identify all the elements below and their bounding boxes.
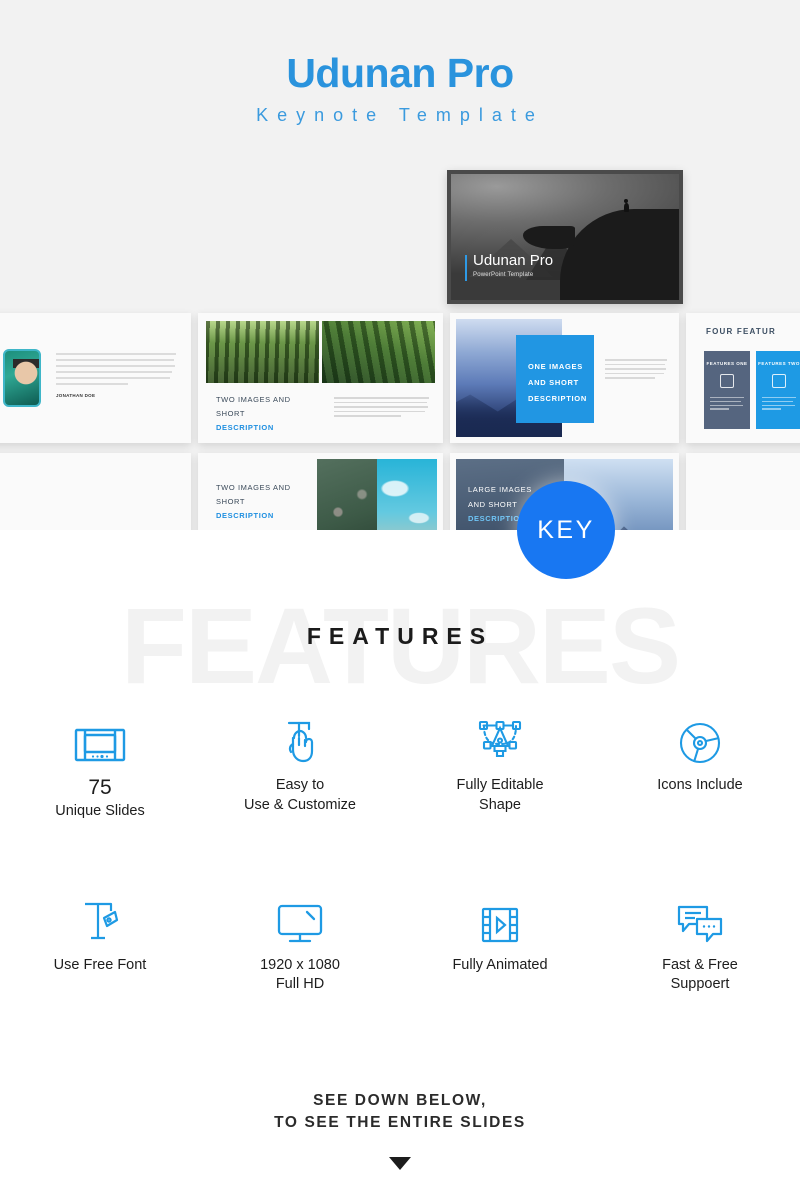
feature-label: Fast & Free Suppoert: [662, 956, 738, 993]
heading-line-3: DESCRIPTION: [216, 510, 274, 520]
slide-four-features[interactable]: FOUR FEATUR FEATURES ONE FEATURES TWO: [686, 313, 800, 443]
slide-two-images-b[interactable]: TWO IMAGES AND SHORT DESCRIPTION: [198, 453, 443, 530]
features-grid: 75 Unique Slides Easy to Use & Customize…: [0, 708, 800, 995]
feature-label: Fully Animated: [452, 956, 548, 973]
hero-caption: Udunan Pro PowerPoint Template: [465, 251, 554, 280]
heading-line-1: LARGE IMAGES: [468, 485, 532, 494]
heading-line-1: ONE IMAGES: [528, 362, 583, 371]
slide-two-images-a[interactable]: TWO IMAGES AND SHORT DESCRIPTION: [198, 313, 443, 443]
feature-card-two: FEATURES TWO: [756, 351, 800, 429]
feature-fully-animated: Fully Animated: [400, 888, 600, 995]
slide-heading: TWO IMAGES AND SHORT DESCRIPTION: [216, 481, 291, 523]
heading-line-2: SHORT: [216, 408, 246, 418]
feature-full-hd: 1920 x 1080 Full HD: [200, 888, 400, 995]
chat-bubbles-icon: [606, 888, 794, 946]
feature-card-one: FEATURES ONE: [704, 351, 750, 429]
feature-label: Use Free Font: [53, 956, 147, 973]
feature-easy-customize: Easy to Use & Customize: [200, 708, 400, 822]
blue-caption-box: ONE IMAGES AND SHORT DESCRIPTION: [516, 335, 594, 423]
pen-tool-icon: [406, 708, 594, 766]
features-row-2: Use Free Font 1920 x 1080 Full HD Fully …: [0, 888, 800, 995]
features-row-1: 75 Unique Slides Easy to Use & Customize…: [0, 708, 800, 822]
feature-unique-slides: 75 Unique Slides: [0, 708, 200, 822]
feature-free-support: Fast & Free Suppoert: [600, 888, 800, 995]
feature-icons-include: Icons Include: [600, 708, 800, 822]
promo-page: Udunan Pro Keynote Template Udunan Pro P…: [0, 0, 800, 1200]
card-photo-icon: [772, 374, 786, 388]
cta-line-1: SEE DOWN BELOW,: [313, 1092, 487, 1109]
card-grid-icon: [720, 374, 734, 388]
hero-caption-subtitle: PowerPoint Template: [473, 272, 534, 278]
film-play-icon: [406, 888, 594, 946]
hero-photo: Udunan Pro PowerPoint Template: [451, 174, 679, 300]
slide-heading: TWO IMAGES AND SHORT DESCRIPTION: [216, 393, 291, 435]
heading-line-1: TWO IMAGES AND: [216, 395, 291, 404]
feature-editable-shape: Fully Editable Shape: [400, 708, 600, 822]
blossom-image: [317, 459, 377, 530]
two-image-pair: [206, 321, 435, 383]
cliff-shape: [522, 209, 679, 300]
testimonial-avatar: [3, 349, 41, 407]
features-section: FEATURES FEATURES 75 Unique Slides Easy …: [0, 530, 800, 1090]
heading-line-1: TWO IMAGES AND: [216, 483, 291, 492]
card-body-text: [762, 397, 796, 410]
text-type-icon: [6, 888, 194, 946]
compact-disc-icon: [606, 708, 794, 766]
hand-click-icon: [206, 708, 394, 766]
heading-line-2: AND SHORT: [528, 377, 579, 387]
testimonial-body-text: JONATHAN DOE: [56, 353, 176, 398]
sky-image: [377, 459, 437, 530]
slide-heading: FOUR FEATUR: [706, 327, 776, 336]
testimonial-author: JONATHAN DOE: [56, 393, 96, 398]
features-heading: FEATURES: [306, 623, 494, 649]
feature-label: Fully Editable Shape: [456, 777, 544, 813]
hero-caption-title: Udunan Pro: [473, 251, 554, 269]
slide-testimonial[interactable]: JONATHAN DOE: [0, 313, 191, 443]
hero-band: Udunan Pro Keynote Template Udunan Pro P…: [0, 0, 800, 530]
feature-count: 75: [88, 776, 112, 799]
card-title: FEATURES ONE: [706, 361, 748, 366]
slide-placeholder-right[interactable]: [686, 453, 800, 530]
feature-label: 1920 x 1080 Full HD: [260, 956, 340, 993]
two-image-pair: [317, 459, 437, 530]
feature-label: Easy to Use & Customize: [243, 777, 356, 813]
feature-label: Unique Slides: [55, 803, 145, 820]
feature-free-font: Use Free Font: [0, 888, 200, 995]
card-body-text: [710, 397, 744, 410]
slide-placeholder-left[interactable]: [0, 453, 191, 530]
page-title: Udunan Pro: [286, 50, 514, 96]
slide-body-text: [605, 359, 667, 382]
heading-line-3: DESCRIPTION: [528, 393, 587, 403]
cta-line-2: TO SEE THE ENTIRE SLIDES: [274, 1114, 526, 1132]
hero-slide-preview[interactable]: Udunan Pro PowerPoint Template: [447, 170, 683, 304]
forest-trees-image: [322, 321, 435, 383]
presentation-screen-icon: [6, 708, 194, 766]
heading-line-3: DESCRIPTION: [216, 422, 274, 432]
heading-line-2: SHORT: [216, 496, 246, 506]
slide-body-text: [334, 397, 429, 420]
page-subtitle: Keynote Template: [256, 105, 544, 125]
forest-road-image: [206, 321, 319, 383]
key-badge: KEY: [517, 481, 615, 579]
person-silhouette: [623, 198, 629, 212]
chevron-down-icon: [389, 1156, 411, 1170]
card-title: FEATURES TWO: [758, 361, 800, 366]
slide-one-image[interactable]: ONE IMAGES AND SHORT DESCRIPTION: [450, 313, 679, 443]
footer-cta: SEE DOWN BELOW, TO SEE THE ENTIRE SLIDES: [0, 1090, 800, 1170]
monitor-icon: [206, 888, 394, 946]
feature-label: Icons Include: [657, 777, 743, 793]
